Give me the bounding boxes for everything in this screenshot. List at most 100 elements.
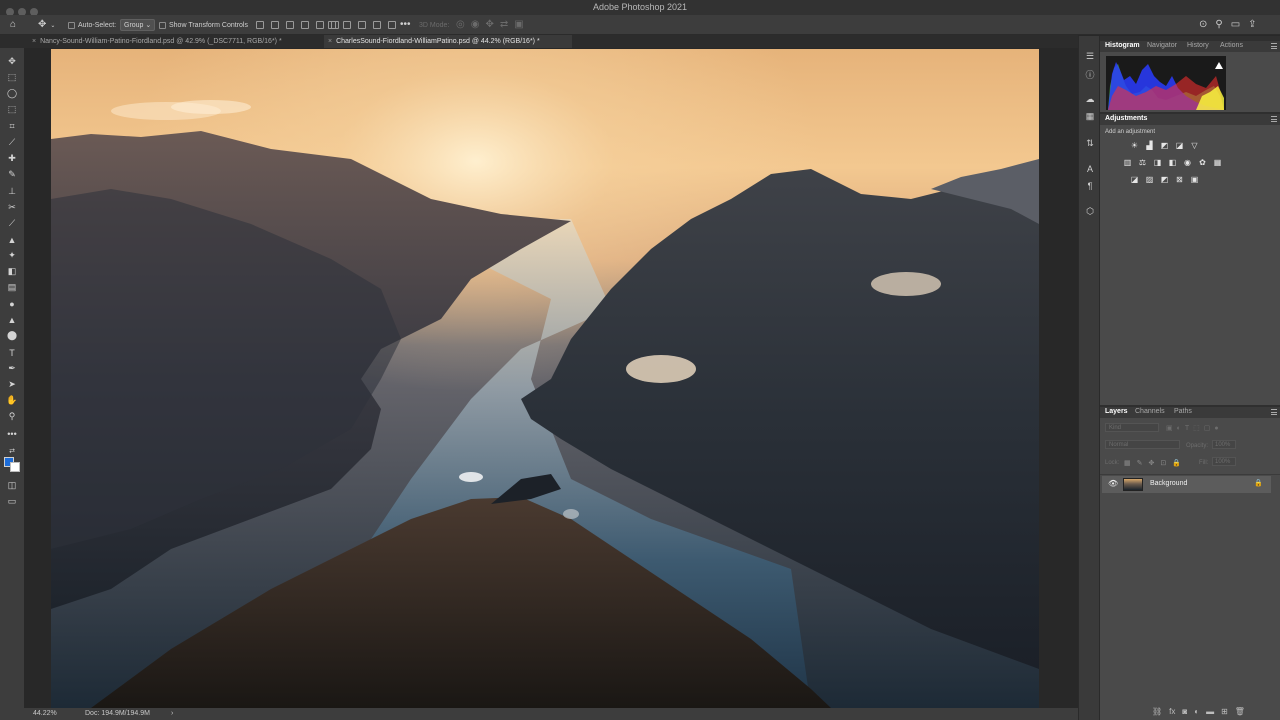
selective-color-icon[interactable]: ⊠ bbox=[1174, 174, 1185, 185]
blend-mode-dropdown[interactable]: Normal bbox=[1105, 440, 1180, 449]
panel-menu-icon[interactable] bbox=[1271, 43, 1277, 49]
hue-saturation-icon[interactable]: ⚖ bbox=[1137, 157, 1148, 168]
distribute-left-icon[interactable] bbox=[373, 21, 381, 29]
threshold-icon[interactable]: ◩ bbox=[1159, 174, 1170, 185]
move-tool-icon[interactable]: ✥ bbox=[5, 55, 19, 68]
lasso-tool-icon[interactable]: ◯ bbox=[5, 87, 19, 100]
eraser-tool-icon[interactable]: ◧ bbox=[5, 265, 19, 278]
3d-slide-icon[interactable]: ⇄ bbox=[500, 20, 508, 30]
status-menu-arrow[interactable]: › bbox=[171, 710, 173, 717]
new-adjustment-layer-icon[interactable]: ◐ bbox=[1194, 707, 1199, 716]
new-group-icon[interactable]: ▬ bbox=[1206, 707, 1214, 716]
panel-menu-icon[interactable] bbox=[1271, 116, 1277, 122]
color-balance-icon[interactable]: ◨ bbox=[1152, 157, 1163, 168]
distribute-top-icon[interactable] bbox=[328, 21, 336, 29]
blur-tool-icon[interactable]: ● bbox=[5, 297, 19, 310]
history-brush-tool-icon[interactable]: ⟋ bbox=[5, 217, 19, 230]
vibrance-icon[interactable]: ▥ bbox=[1122, 157, 1133, 168]
distribute-hcenter-icon[interactable] bbox=[388, 21, 396, 29]
character-icon[interactable]: A bbox=[1083, 162, 1097, 175]
document-image[interactable] bbox=[51, 49, 1039, 708]
clone-stamp-tool-icon[interactable]: ⊥ bbox=[5, 185, 19, 198]
delete-layer-icon[interactable]: 🗑 bbox=[1235, 707, 1245, 716]
gradient-map-icon[interactable]: ▽ bbox=[1189, 140, 1200, 151]
tab-adjustments[interactable]: Adjustments bbox=[1105, 115, 1147, 122]
document-tab-charles-sound[interactable]: × CharlesSound-Fiordland-WilliamPatino.p… bbox=[324, 35, 572, 48]
brush-tool-icon[interactable]: ✎ bbox=[5, 168, 19, 181]
close-tab-icon[interactable]: × bbox=[32, 38, 36, 45]
layer-row-background[interactable]: 👁 Background 🔒 bbox=[1102, 476, 1271, 493]
auto-select-toggle[interactable]: Auto-Select: bbox=[68, 15, 116, 35]
hand-tool-icon[interactable]: ✋ bbox=[5, 394, 19, 407]
transform-controls-checkbox[interactable] bbox=[159, 21, 166, 29]
libraries-icon[interactable]: ☁ bbox=[1083, 93, 1097, 106]
rectangular-marquee-tool-icon[interactable]: ⬚ bbox=[5, 71, 19, 84]
auto-select-checkbox[interactable] bbox=[68, 21, 75, 29]
paragraph-icon[interactable]: ¶ bbox=[1083, 179, 1097, 192]
tab-history[interactable]: History bbox=[1187, 42, 1209, 49]
art-history-brush-tool-icon[interactable]: ✦ bbox=[5, 249, 19, 262]
tab-layers[interactable]: Layers bbox=[1105, 408, 1128, 415]
stamp-tool-icon[interactable]: ▲ bbox=[5, 233, 19, 246]
3d-roll-icon[interactable]: ◉ bbox=[471, 20, 480, 30]
black-white-icon[interactable]: ◧ bbox=[1167, 157, 1178, 168]
background-color-swatch[interactable] bbox=[10, 462, 20, 472]
3d-scale-icon[interactable]: ▣ bbox=[514, 20, 523, 30]
distribute-bottom-icon[interactable] bbox=[358, 21, 366, 29]
object-selection-tool-icon[interactable]: ⬚ bbox=[5, 103, 19, 116]
channel-mixer-icon[interactable]: ✿ bbox=[1197, 157, 1208, 168]
canvas-area[interactable] bbox=[24, 48, 1078, 708]
tab-channels[interactable]: Channels bbox=[1135, 408, 1165, 415]
crop-tool-icon[interactable]: ⌗ bbox=[5, 120, 19, 133]
tab-actions[interactable]: Actions bbox=[1220, 42, 1243, 49]
path-selection-tool-icon[interactable]: ➤ bbox=[5, 378, 19, 391]
gradient-tool-icon[interactable]: ▤ bbox=[5, 281, 19, 294]
invert-icon[interactable]: ◪ bbox=[1129, 174, 1140, 185]
distribute-center-icon[interactable] bbox=[343, 21, 351, 29]
align-left-icon[interactable] bbox=[256, 21, 264, 29]
move-tool-preset-icon[interactable]: ✥ ⌄ bbox=[38, 15, 55, 35]
3d-icon[interactable]: ⬡ bbox=[1083, 205, 1097, 218]
layer-visibility-eye-icon[interactable]: 👁 bbox=[1108, 479, 1118, 488]
color-lookup-icon[interactable]: ▦ bbox=[1212, 157, 1223, 168]
tab-histogram[interactable]: Histogram bbox=[1105, 42, 1140, 49]
home-icon[interactable]: ⌂ bbox=[10, 15, 16, 35]
workspace-icon[interactable]: ▭ bbox=[1231, 20, 1240, 30]
align-vertical-center-icon[interactable] bbox=[316, 21, 324, 29]
gradient-fill-icon[interactable]: ▣ bbox=[1189, 174, 1200, 185]
edit-toolbar-icon[interactable]: ••• bbox=[5, 427, 19, 440]
share-icon[interactable]: ⊙ bbox=[1199, 20, 1207, 30]
3d-pan-icon[interactable]: ✥ bbox=[485, 20, 493, 30]
mixer-brush-tool-icon[interactable]: ✂ bbox=[5, 201, 19, 214]
dodge-tool-icon[interactable]: ⬤ bbox=[5, 329, 19, 342]
search-icon[interactable]: ⚲ bbox=[1215, 20, 1222, 30]
swatches-icon[interactable]: ▦ bbox=[1083, 110, 1097, 123]
eyedropper-tool-icon[interactable]: ⟋ bbox=[5, 136, 19, 149]
brightness-contrast-icon[interactable]: ☀ bbox=[1129, 140, 1140, 151]
align-top-icon[interactable] bbox=[301, 21, 309, 29]
tab-paths[interactable]: Paths bbox=[1174, 408, 1192, 415]
posterize-icon[interactable]: ▨ bbox=[1144, 174, 1155, 185]
document-tab-nancy-sound[interactable]: × Nancy-Sound-William-Patino-Fiordland.p… bbox=[28, 35, 324, 48]
align-horizontal-center-icon[interactable] bbox=[271, 21, 279, 29]
3d-orbit-icon[interactable]: ◎ bbox=[456, 20, 465, 30]
panel-menu-icon[interactable] bbox=[1271, 409, 1277, 415]
curves-icon[interactable]: ◩ bbox=[1159, 140, 1170, 151]
levels-icon[interactable]: ▟ bbox=[1144, 140, 1155, 151]
add-mask-icon[interactable]: ◙ bbox=[1182, 707, 1187, 716]
zoom-level[interactable]: 44.22% bbox=[33, 710, 57, 717]
lock-icons[interactable]: ▦✎✥⊡🔒 bbox=[1124, 459, 1187, 467]
layer-style-icon[interactable]: fx bbox=[1169, 707, 1175, 716]
screen-mode-icon[interactable]: ▭ bbox=[5, 495, 19, 508]
more-options-icon[interactable]: ••• bbox=[400, 15, 411, 35]
tab-navigator[interactable]: Navigator bbox=[1147, 42, 1177, 49]
new-layer-icon[interactable]: ⊞ bbox=[1221, 707, 1228, 716]
photo-filter-icon[interactable]: ◉ bbox=[1182, 157, 1193, 168]
swap-colors-icon[interactable]: ⇄ bbox=[5, 444, 19, 457]
layer-filter-dropdown[interactable]: Kind bbox=[1105, 423, 1159, 432]
info-icon[interactable]: ⓘ bbox=[1083, 68, 1097, 81]
share-upload-icon[interactable]: ⇪ bbox=[1248, 20, 1256, 30]
sharpen-tool-icon[interactable]: ▲ bbox=[5, 313, 19, 326]
exposure-icon[interactable]: ◪ bbox=[1174, 140, 1185, 151]
quick-mask-icon[interactable]: ◫ bbox=[5, 479, 19, 492]
